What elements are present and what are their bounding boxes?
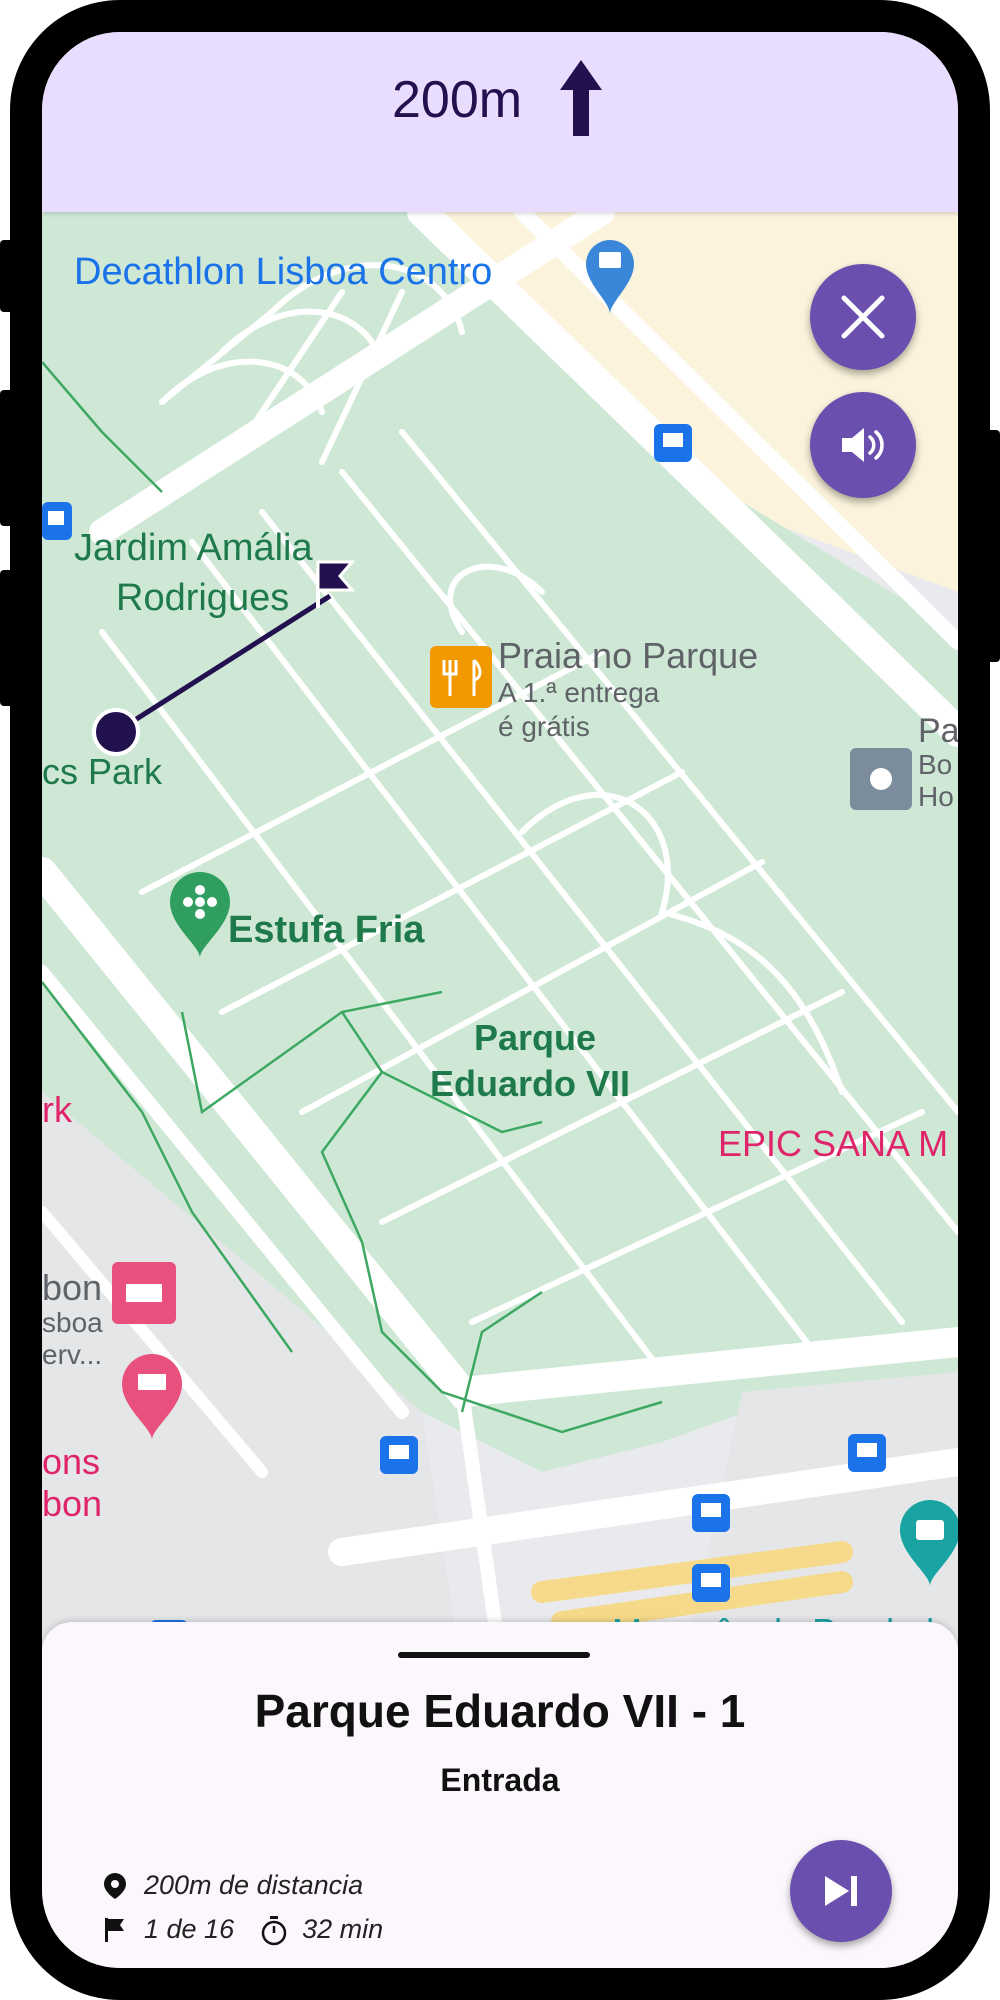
map-label-hotel-2: ons (42, 1441, 100, 1482)
bus-stop-icon (692, 1494, 730, 1532)
sound-toggle-button[interactable] (810, 392, 916, 498)
bus-stop-icon (380, 1436, 418, 1474)
close-navigation-button[interactable] (810, 264, 916, 370)
map-label-estufa: Estufa Fria (228, 909, 425, 951)
bus-stop-icon (692, 1564, 730, 1602)
map-label-praia-promo: A 1.ª entrega (498, 677, 660, 708)
map-label-parque: Eduardo VII (430, 1063, 630, 1104)
time-text: 32 min (302, 1914, 384, 1944)
destination-subtitle: Entrada (440, 1762, 560, 1798)
drag-handle[interactable] (398, 1652, 590, 1658)
map-label-pa: Pa (918, 712, 958, 750)
map-label-hotel: erv... (42, 1339, 102, 1370)
flag-icon (102, 1916, 130, 1944)
location-pin-icon (102, 1872, 130, 1900)
close-icon (841, 295, 885, 339)
restaurant-icon (430, 646, 492, 708)
phone-side-button (0, 570, 14, 706)
map-label-praia-promo: é grátis (498, 711, 590, 742)
map-label-epic: EPIC SANA M (718, 1123, 948, 1164)
progress-info: 1 de 16 32 min (102, 1914, 383, 1945)
progress-text: 1 de 16 (144, 1914, 235, 1944)
map-label-rk: rk (42, 1089, 73, 1130)
skip-next-button[interactable] (790, 1840, 892, 1942)
phone-side-button (0, 240, 14, 312)
next-turn-distance: 200m (392, 71, 523, 129)
volume-icon (842, 428, 884, 462)
map-label-hotel: bon (42, 1267, 102, 1308)
phone-screen: 200m Decathlon Lisboa Centro Jardim Amál… (42, 32, 958, 1968)
map-label-jardim: Rodrigues (116, 577, 289, 619)
distance-info: 200m de distancia (102, 1870, 363, 1901)
timer-icon (260, 1915, 288, 1945)
bus-stop-icon (42, 502, 72, 540)
bus-stop-icon (848, 1434, 886, 1472)
destination-title: Parque Eduardo VII - 1 (254, 1685, 746, 1737)
destination-bottom-sheet[interactable]: Parque Eduardo VII - 1 Entrada 200m de d… (42, 1622, 958, 1968)
navigation-header: 200m (42, 32, 958, 212)
distance-text: 200m de distancia (144, 1870, 364, 1900)
phone-side-button (986, 430, 1000, 662)
map-label-hotel: sboa (42, 1307, 103, 1338)
map-label-ho: Ho (918, 781, 954, 812)
map-label-park: cs Park (42, 751, 163, 792)
map-label-bo: Bo (918, 749, 952, 780)
map-label-parque: Parque (474, 1017, 596, 1058)
landmark-icon (850, 748, 912, 810)
current-location-marker (92, 708, 140, 756)
arrow-up-icon (560, 60, 602, 136)
hotel-icon (112, 1262, 176, 1324)
bus-stop-icon (654, 424, 692, 462)
phone-side-button (0, 390, 14, 526)
map-label-hotel-2: bon (42, 1483, 102, 1524)
map-label-jardim: Jardim Amália (74, 527, 313, 569)
map-label-decathlon: Decathlon Lisboa Centro (74, 251, 492, 293)
skip-next-icon (825, 1876, 857, 1906)
map-label-praia: Praia no Parque (498, 635, 758, 676)
